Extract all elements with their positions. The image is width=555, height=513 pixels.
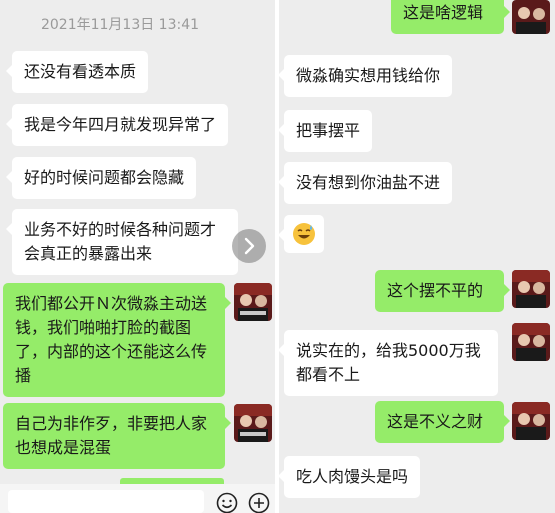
message-bubble[interactable]: 没有想到你油盐不进 xyxy=(279,162,453,204)
avatar[interactable] xyxy=(234,283,272,321)
avatar[interactable] xyxy=(512,402,550,440)
message-bubble[interactable]: 还没有看透本质 xyxy=(5,51,149,93)
avatar-image-icon xyxy=(512,323,550,361)
scroll-next-button[interactable] xyxy=(232,229,266,263)
message-bubble[interactable]: 这个摆不平的 xyxy=(375,270,510,312)
message-bubble[interactable]: 好的时候问题都会隐藏 xyxy=(5,157,197,199)
avatar-image-icon xyxy=(234,283,272,321)
message-bubble[interactable]: 说实在的，给我5000万我 都看不上 xyxy=(279,330,498,396)
avatar[interactable] xyxy=(512,323,550,361)
avatar-image-icon xyxy=(512,270,550,308)
sweat-smile-emoji-icon xyxy=(293,223,315,245)
message-bubble[interactable]: 我们都公开Ｎ次微淼主动送 钱，我们啪啪打脸的截图 了，内部的这个还能这么传 播 xyxy=(3,283,231,397)
emoji-message-bubble[interactable] xyxy=(279,215,324,253)
chevron-right-icon xyxy=(244,237,255,255)
plus-button[interactable] xyxy=(248,492,270,513)
avatar[interactable] xyxy=(234,404,272,442)
message-bubble[interactable]: 这是不义之财 xyxy=(375,401,510,443)
avatar-image-icon xyxy=(512,0,550,34)
avatar-image-icon xyxy=(512,402,550,440)
left-chat-panel: 2021年11月13日 13:41 还没有看透本质 我是今年四月就发现异常了 好… xyxy=(0,0,275,513)
avatar[interactable] xyxy=(512,270,550,308)
message-bubble[interactable]: 吃人肉馒头是吗 xyxy=(279,456,421,498)
message-bubble[interactable]: 这是啥逻辑 xyxy=(391,0,510,34)
message-bubble[interactable]: 把事摆平 xyxy=(279,110,373,152)
message-bubble[interactable]: 自己为非作歹，非要把人家 也想成是混蛋 xyxy=(3,403,231,469)
avatar[interactable] xyxy=(512,0,550,34)
avatar-image-icon xyxy=(234,404,272,442)
right-chat-panel: 这是啥逻辑 微淼确实想用钱给你 把事摆平 没有想到你油盐不进 这个摆不平的 说实 xyxy=(279,0,555,513)
emoji-icon xyxy=(216,492,238,513)
message-bubble[interactable]: 微淼确实想用钱给你 xyxy=(279,55,453,97)
chat-timestamp: 2021年11月13日 13:41 xyxy=(40,17,200,33)
message-input[interactable] xyxy=(8,490,204,513)
message-bubble[interactable]: 我是今年四月就发现异常了 xyxy=(5,104,229,146)
emoji-button[interactable] xyxy=(216,492,238,513)
plus-icon xyxy=(248,492,270,513)
message-bubble[interactable]: 业务不好的时候各种问题才 会真正的暴露出来 xyxy=(6,209,238,275)
